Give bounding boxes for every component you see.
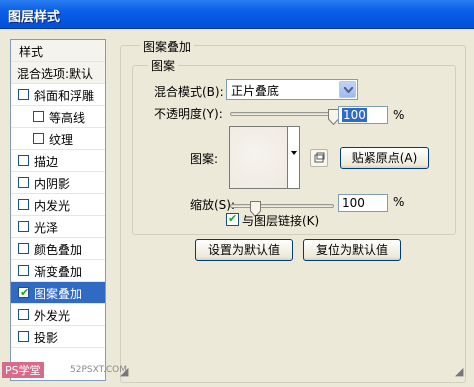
style-item-checkbox[interactable]: [33, 133, 44, 144]
style-item-label: 渐变叠加: [34, 265, 83, 279]
style-item[interactable]: ✔ 图案叠加: [11, 282, 105, 304]
style-item-checkbox[interactable]: [18, 177, 29, 188]
style-item-label: 等高线: [49, 111, 86, 125]
style-item-label: 内发光: [34, 199, 71, 213]
window-titlebar[interactable]: 图层样式: [0, 0, 474, 29]
blend-options-label: 混合选项:默认: [17, 67, 94, 81]
style-item-checkbox[interactable]: [18, 89, 29, 100]
style-item-checkbox[interactable]: [18, 199, 29, 210]
opacity-slider-track[interactable]: [230, 112, 334, 116]
checkmark-icon: ✔: [20, 286, 30, 299]
styles-header-label: 样式: [19, 45, 44, 59]
style-item-checkbox[interactable]: [18, 221, 29, 232]
window-title: 图层样式: [8, 10, 61, 25]
style-item-label: 颜色叠加: [34, 243, 83, 257]
style-item[interactable]: 纹理: [11, 128, 105, 150]
style-item-label: 光泽: [34, 221, 59, 235]
opacity-input[interactable]: 100: [338, 106, 388, 124]
scale-value: 100: [342, 196, 365, 210]
new-preset-button[interactable]: [310, 149, 328, 167]
opacity-value: 100: [342, 108, 367, 122]
snap-to-origin-button[interactable]: 贴紧原点(A): [340, 147, 429, 169]
make-default-button[interactable]: 设置为默认值: [195, 239, 293, 261]
style-item[interactable]: 外发光: [11, 304, 105, 326]
style-item-checkbox[interactable]: [18, 265, 29, 276]
blend-mode-value: 正片叠底: [231, 84, 280, 98]
style-item-checkbox[interactable]: [18, 243, 29, 254]
new-preset-icon: [314, 152, 325, 163]
blend-mode-label: 混合模式(B):: [154, 85, 224, 99]
resize-handle-right: ◢: [455, 365, 464, 378]
link-with-layer-checkbox[interactable]: ✔: [226, 212, 239, 226]
style-item-checkbox[interactable]: [33, 111, 44, 122]
style-item-checkbox[interactable]: ✔: [18, 286, 30, 299]
style-item[interactable]: 内发光: [11, 194, 105, 216]
style-item-label: 图案叠加: [34, 287, 83, 301]
pattern-label: 图案:: [190, 152, 219, 166]
style-item-label: 外发光: [34, 309, 71, 323]
style-item-label: 纹理: [49, 133, 74, 147]
style-item[interactable]: 颜色叠加: [11, 238, 105, 260]
scale-unit: %: [393, 195, 405, 209]
styles-header[interactable]: 样式: [11, 40, 105, 62]
scale-label: 缩放(S):: [190, 198, 236, 212]
scale-input[interactable]: 100: [338, 194, 388, 212]
checkmark-icon: ✔: [228, 212, 238, 225]
watermark-logo: PS学堂: [2, 362, 44, 378]
pattern-subgroup-title: 图案: [148, 57, 179, 74]
style-item-label: 描边: [34, 155, 59, 169]
chevron-down-icon[interactable]: [339, 81, 356, 98]
style-item-label: 斜面和浮雕: [34, 89, 95, 103]
pattern-swatch[interactable]: [229, 126, 288, 189]
scale-slider-track[interactable]: [230, 204, 334, 208]
style-item[interactable]: 光泽: [11, 216, 105, 238]
watermark-site: 52PSXT.COM: [70, 365, 128, 375]
style-item[interactable]: 内阴影: [11, 172, 105, 194]
style-item-label: 投影: [34, 331, 59, 345]
blend-mode-select[interactable]: 正片叠底: [226, 79, 358, 100]
style-item[interactable]: 投影: [11, 326, 105, 348]
style-item-label: 内阴影: [34, 177, 71, 191]
dialog-body: 样式 混合选项:默认 斜面和浮雕等高线纹理描边内阴影内发光光泽颜色叠加渐变叠加 ✔…: [0, 29, 474, 387]
resize-handle-left: ◢: [120, 365, 129, 378]
style-item-checkbox[interactable]: [18, 155, 29, 166]
style-item[interactable]: 描边: [11, 150, 105, 172]
triangle-down-icon: [291, 151, 297, 155]
pattern-overlay-title: 图案叠加: [140, 38, 195, 55]
opacity-label: 不透明度(Y):: [154, 107, 223, 121]
style-item-checkbox[interactable]: [18, 309, 29, 320]
link-with-layer-label: 与图层链接(K): [242, 214, 320, 228]
pattern-picker-dropdown[interactable]: [287, 126, 300, 189]
style-item[interactable]: 等高线: [11, 106, 105, 128]
reset-to-default-button[interactable]: 复位为默认值: [303, 239, 401, 261]
style-item[interactable]: 渐变叠加: [11, 260, 105, 282]
style-item[interactable]: 斜面和浮雕: [11, 84, 105, 106]
styles-list: 样式 混合选项:默认 斜面和浮雕等高线纹理描边内阴影内发光光泽颜色叠加渐变叠加 ✔…: [10, 39, 106, 381]
style-item-checkbox[interactable]: [18, 331, 29, 342]
opacity-unit: %: [393, 108, 405, 122]
blend-options-item[interactable]: 混合选项:默认: [11, 62, 105, 84]
